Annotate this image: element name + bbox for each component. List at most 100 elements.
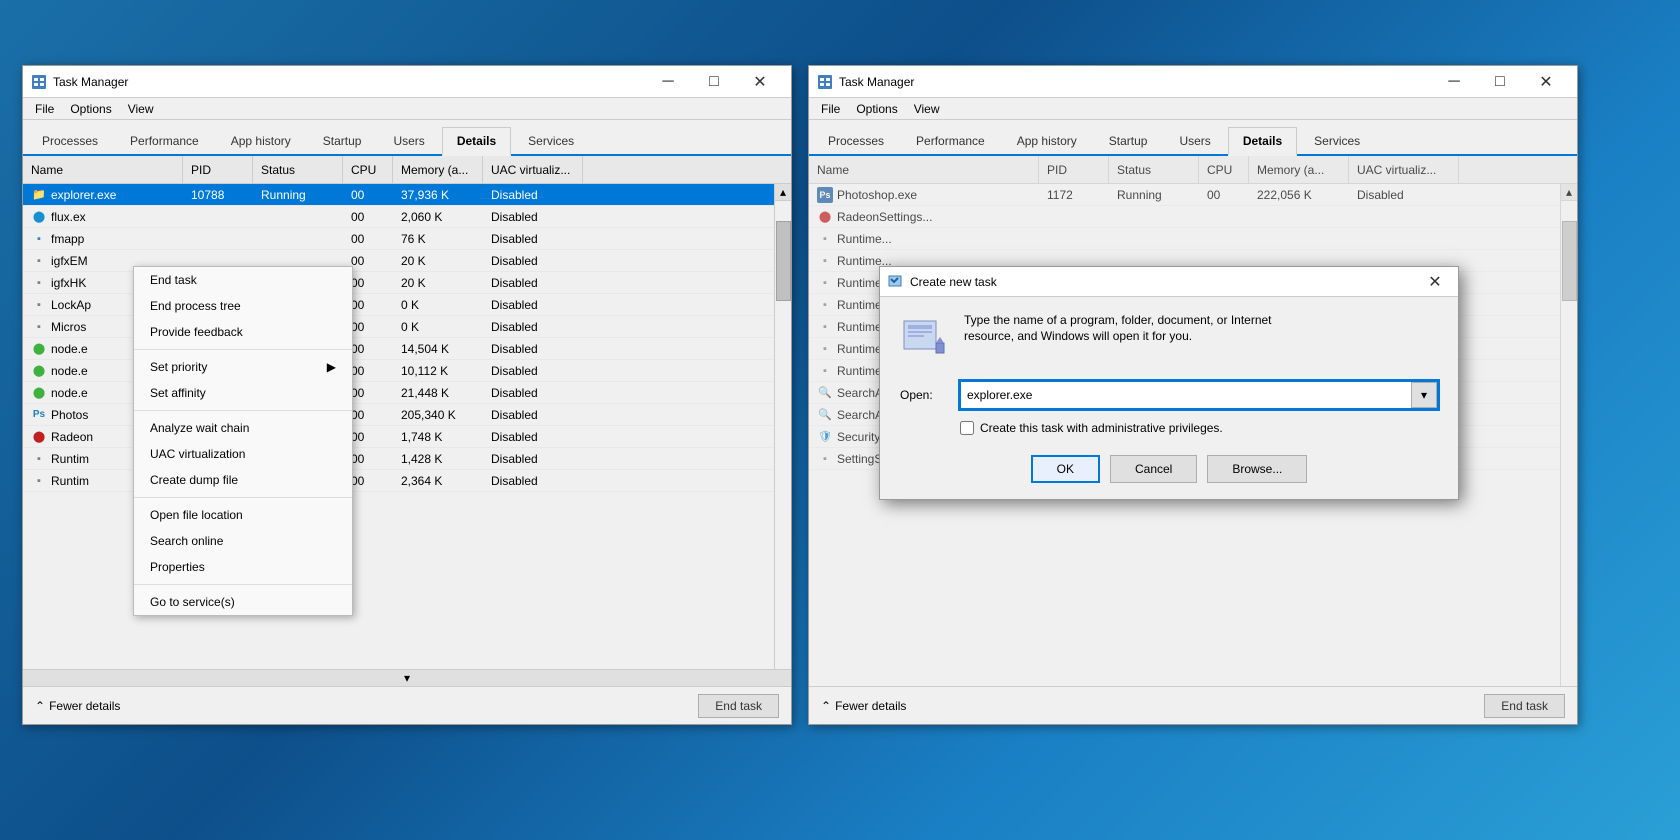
context-item-search-online[interactable]: Search online: [134, 528, 352, 554]
tab-processes-2[interactable]: Processes: [813, 127, 899, 154]
context-item-provide-feedback[interactable]: Provide feedback: [134, 319, 352, 345]
end-task-btn-2[interactable]: End task: [1484, 694, 1565, 718]
tab-services-2[interactable]: Services: [1299, 127, 1375, 154]
menu-options-1[interactable]: Options: [62, 100, 119, 118]
table-row[interactable]: ⬤ RadeonSettings...: [809, 206, 1560, 228]
table-header-2: Name PID Status CPU Memory (a... UAC vir…: [809, 156, 1577, 184]
menu-file-2[interactable]: File: [813, 100, 848, 118]
dialog-close-btn[interactable]: ✕: [1420, 269, 1450, 295]
col-uac-1[interactable]: UAC virtualiz...: [483, 156, 583, 183]
process-icon: ▪: [31, 275, 47, 291]
context-item-uac-virtualization[interactable]: UAC virtualization: [134, 441, 352, 467]
minimize-btn-2[interactable]: ─: [1431, 66, 1477, 98]
fewer-details-btn-2[interactable]: ⌃ Fewer details: [821, 699, 906, 713]
menu-bar-1: File Options View: [23, 98, 791, 120]
col-pid-2[interactable]: PID: [1039, 156, 1109, 183]
col-status-2[interactable]: Status: [1109, 156, 1199, 183]
context-item-set-priority[interactable]: Set priority ▶: [134, 354, 352, 380]
open-input[interactable]: [961, 382, 1411, 408]
close-btn-1[interactable]: ✕: [737, 66, 783, 98]
menu-options-2[interactable]: Options: [848, 100, 905, 118]
scrollbar-2[interactable]: ▴: [1560, 184, 1577, 686]
minimize-btn-1[interactable]: ─: [645, 66, 691, 98]
tab-users-2[interactable]: Users: [1164, 127, 1225, 154]
table-row[interactable]: Ps Photoshop.exe 1172 Running 00 222,056…: [809, 184, 1560, 206]
scrollbar-thumb-2[interactable]: [1562, 221, 1577, 301]
col-name-1[interactable]: Name: [23, 156, 183, 183]
tab-apphistory-1[interactable]: App history: [216, 127, 306, 154]
menu-view-2[interactable]: View: [906, 100, 948, 118]
window-title-2: Task Manager: [839, 75, 1431, 89]
cell-memory: 20 K: [393, 272, 483, 293]
tab-users-1[interactable]: Users: [378, 127, 439, 154]
tab-startup-2[interactable]: Startup: [1094, 127, 1163, 154]
dialog-browse-btn[interactable]: Browse...: [1207, 455, 1307, 483]
col-pid-1[interactable]: PID: [183, 156, 253, 183]
scrollbar-1[interactable]: ▴ ▾: [774, 184, 791, 686]
cell-cpu: 00: [343, 184, 393, 205]
col-cpu-2[interactable]: CPU: [1199, 156, 1249, 183]
cell-cpu: 00: [343, 228, 393, 249]
context-item-set-affinity[interactable]: Set affinity: [134, 380, 352, 406]
tab-apphistory-2[interactable]: App history: [1002, 127, 1092, 154]
tab-details-1[interactable]: Details: [442, 127, 511, 156]
maximize-btn-2[interactable]: □: [1477, 66, 1523, 98]
close-btn-2[interactable]: ✕: [1523, 66, 1569, 98]
fewer-details-btn-1[interactable]: ⌃ Fewer details: [35, 699, 120, 713]
cell-memory: 0 K: [393, 294, 483, 315]
app-icon-1: [31, 74, 47, 90]
menu-view-1[interactable]: View: [120, 100, 162, 118]
col-cpu-1[interactable]: CPU: [343, 156, 393, 183]
context-item-properties[interactable]: Properties: [134, 554, 352, 580]
context-item-go-to-service[interactable]: Go to service(s): [134, 589, 352, 615]
cell-memory: 21,448 K: [393, 382, 483, 403]
maximize-btn-1[interactable]: □: [691, 66, 737, 98]
dialog-title-bar: Create new task ✕: [880, 267, 1458, 297]
table-row[interactable]: ▪ fmapp 00 76 K Disabled: [23, 228, 774, 250]
cell-name: 📁 explorer.exe: [23, 184, 183, 205]
cell-memory: 20 K: [393, 250, 483, 271]
scroll-up-btn-1[interactable]: ▴: [775, 184, 791, 201]
table-row[interactable]: ⬤ flux.ex 00 2,060 K Disabled: [23, 206, 774, 228]
dialog-buttons: OK Cancel Browse...: [900, 455, 1438, 483]
table-header-1: Name PID Status CPU Memory (a... UAC vir…: [23, 156, 791, 184]
tab-processes-1[interactable]: Processes: [27, 127, 113, 154]
menu-file-1[interactable]: File: [27, 100, 62, 118]
col-memory-1[interactable]: Memory (a...: [393, 156, 483, 183]
process-icon: ▪: [817, 297, 833, 313]
dialog-cancel-btn[interactable]: Cancel: [1110, 455, 1197, 483]
scrollbar-thumb-1[interactable]: [776, 221, 791, 301]
scroll-up-btn-2[interactable]: ▴: [1561, 184, 1577, 201]
context-item-analyze-wait-chain[interactable]: Analyze wait chain: [134, 415, 352, 441]
context-item-end-task[interactable]: End task: [134, 267, 352, 293]
scroll-down-btn-1[interactable]: ▾: [23, 669, 791, 686]
tab-details-2[interactable]: Details: [1228, 127, 1297, 156]
end-task-btn-1[interactable]: End task: [698, 694, 779, 718]
dialog-icon-row: Type the name of a program, folder, docu…: [900, 313, 1438, 361]
col-status-1[interactable]: Status: [253, 156, 343, 183]
col-memory-2[interactable]: Memory (a...: [1249, 156, 1349, 183]
tab-startup-1[interactable]: Startup: [308, 127, 377, 154]
dialog-ok-btn[interactable]: OK: [1031, 455, 1100, 483]
table-row[interactable]: 📁 explorer.exe 10788 Running 00 37,936 K…: [23, 184, 774, 206]
process-icon: 📁: [31, 187, 47, 203]
tab-performance-1[interactable]: Performance: [115, 127, 214, 154]
context-separator: [134, 349, 352, 350]
context-item-open-file-location[interactable]: Open file location: [134, 502, 352, 528]
open-dropdown-btn[interactable]: ▾: [1411, 382, 1437, 408]
col-name-2[interactable]: Name: [809, 156, 1039, 183]
col-uac-2[interactable]: UAC virtualiz...: [1349, 156, 1459, 183]
process-icon: ▪: [31, 297, 47, 313]
admin-privilege-checkbox[interactable]: [960, 421, 974, 435]
tab-performance-2[interactable]: Performance: [901, 127, 1000, 154]
process-icon: ▪: [817, 231, 833, 247]
table-row[interactable]: ▪Runtime...: [809, 228, 1560, 250]
tab-services-1[interactable]: Services: [513, 127, 589, 154]
cell-uac: Disabled: [1349, 184, 1459, 205]
cell-memory: 1,748 K: [393, 426, 483, 447]
context-item-end-process-tree[interactable]: End process tree: [134, 293, 352, 319]
process-icon: Ps: [31, 407, 47, 423]
cell-uac: [1349, 228, 1459, 249]
context-item-create-dump-file[interactable]: Create dump file: [134, 467, 352, 493]
fewer-details-icon-1: ⌃: [35, 699, 45, 713]
